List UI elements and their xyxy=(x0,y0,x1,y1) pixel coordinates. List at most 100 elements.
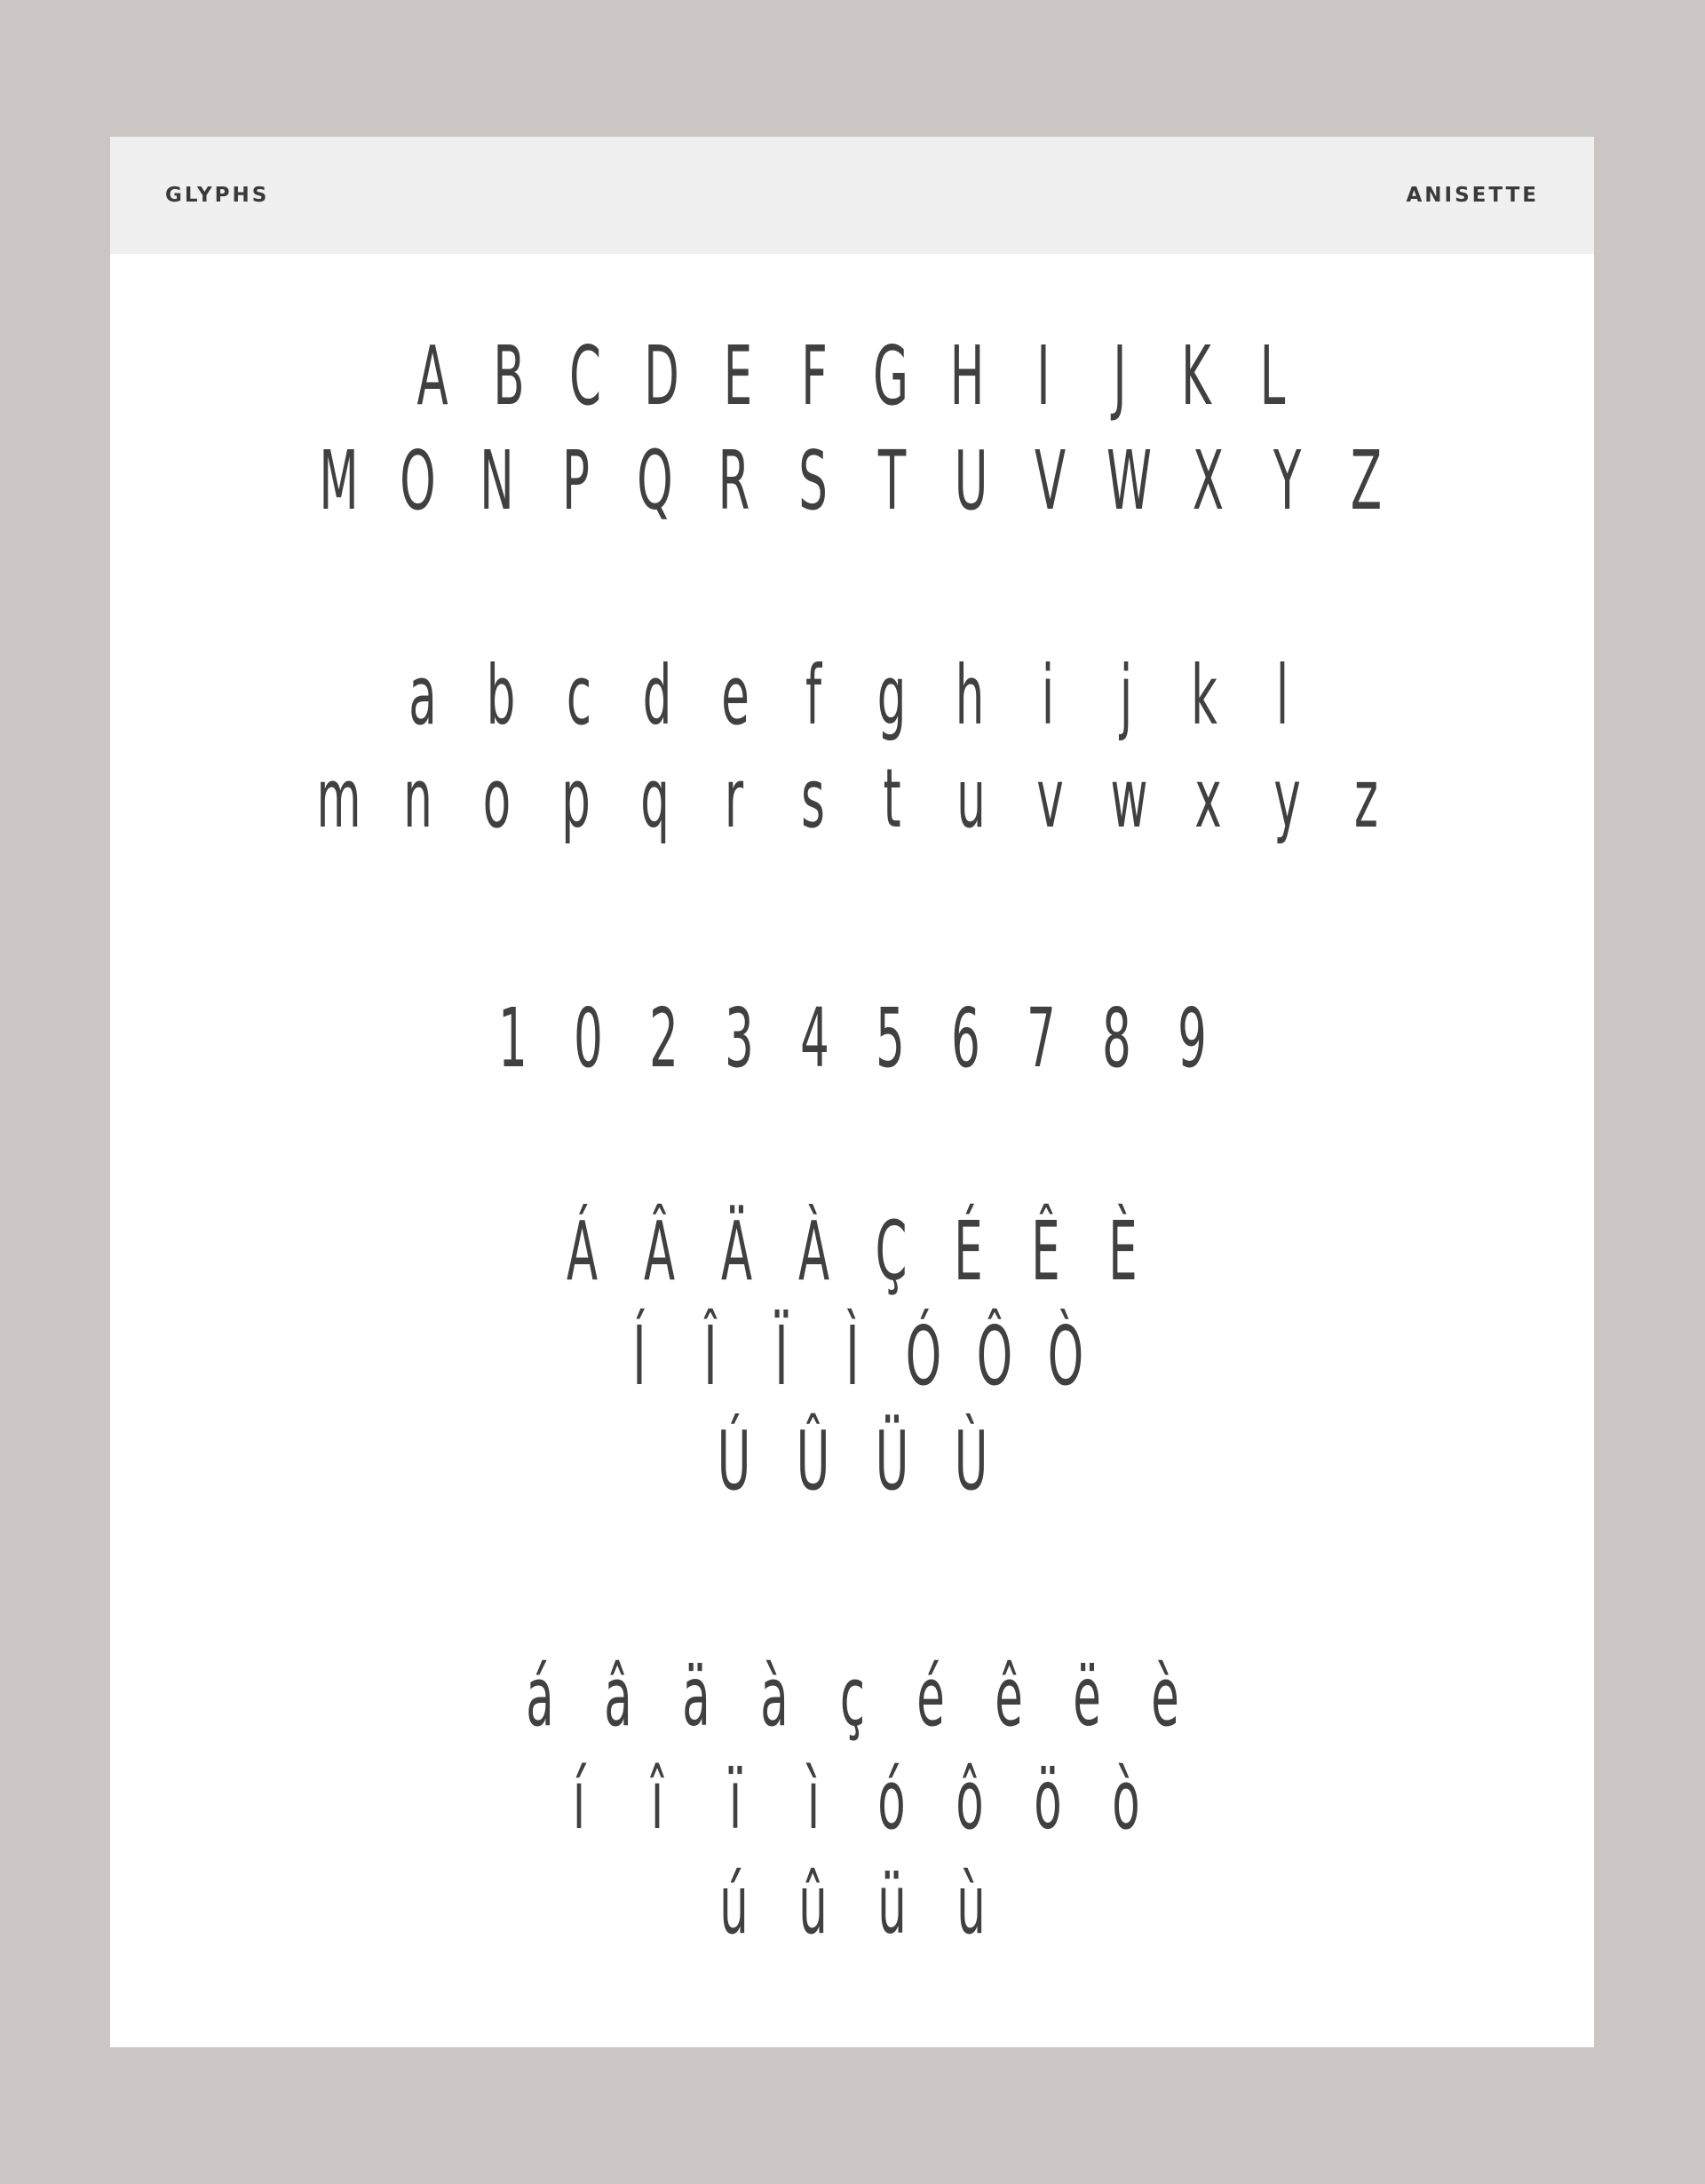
glyph: D xyxy=(643,328,679,423)
glyph-sheet: GLYPHS ANISETTE ABCDEFGHIJKL MONPQRSTUVW… xyxy=(110,137,1594,2047)
glyph: Á xyxy=(566,1204,598,1299)
accented-lowercase-row-3: úûüù xyxy=(110,1864,1594,1953)
section-label: GLYPHS xyxy=(165,184,270,207)
glyph: z xyxy=(1353,751,1378,846)
glyph: v xyxy=(1035,751,1064,846)
glyph: í xyxy=(572,1753,585,1848)
glyph: G xyxy=(872,328,908,423)
glyph: Ô xyxy=(976,1309,1012,1404)
glyph: R xyxy=(718,433,749,528)
glyph: 2 xyxy=(648,991,678,1086)
glyph: ü xyxy=(876,1857,907,1952)
glyph: Q xyxy=(636,433,673,528)
glyph: Í xyxy=(631,1309,646,1404)
uppercase-row-1: ABCDEFGHIJKL xyxy=(110,336,1594,424)
glyph: X xyxy=(1192,433,1224,528)
font-name-label: ANISETTE xyxy=(1406,184,1539,207)
glyph: Ù xyxy=(954,1413,987,1508)
glyph: d xyxy=(642,648,671,743)
glyph: ú xyxy=(718,1857,749,1952)
glyph: É xyxy=(953,1204,983,1299)
glyph: Ü xyxy=(875,1413,908,1508)
glyph: L xyxy=(1259,328,1285,423)
glyph: Ï xyxy=(773,1309,789,1404)
glyph: Ä xyxy=(720,1204,752,1299)
glyph: B xyxy=(492,328,525,423)
glyph: È xyxy=(1107,1204,1138,1299)
glyph: Ì xyxy=(845,1309,860,1404)
glyph: 5 xyxy=(875,991,905,1086)
glyph: Î xyxy=(702,1309,718,1404)
accented-uppercase-row-2: ÍÎÏÌÓÔÒ xyxy=(110,1316,1594,1405)
glyph: Ê xyxy=(1030,1204,1060,1299)
glyph: W xyxy=(1106,433,1152,528)
glyph: û xyxy=(797,1857,828,1952)
glyph: é xyxy=(916,1650,945,1745)
glyph: c xyxy=(566,648,591,743)
glyph: r xyxy=(724,751,743,846)
glyph: O xyxy=(399,433,436,528)
glyph: t xyxy=(882,751,901,846)
glyph: l xyxy=(1275,648,1289,743)
glyph: x xyxy=(1194,751,1222,846)
glyph: b xyxy=(486,648,515,743)
glyph: 7 xyxy=(1026,991,1056,1086)
glyph: 8 xyxy=(1101,991,1131,1086)
glyph: e xyxy=(720,648,749,743)
glyph: ò xyxy=(1111,1753,1140,1848)
glyph: 1 xyxy=(497,991,527,1086)
glyph: n xyxy=(402,751,432,846)
accented-lowercase-row-1: áâäàçéêëè xyxy=(110,1657,1594,1745)
glyph: á xyxy=(525,1650,554,1745)
glyph: m xyxy=(315,751,361,846)
glyph: 9 xyxy=(1177,991,1207,1086)
glyph: 4 xyxy=(799,991,829,1086)
sheet-header: GLYPHS ANISETTE xyxy=(110,137,1594,254)
glyph: N xyxy=(479,433,514,528)
glyph: â xyxy=(603,1650,632,1745)
glyph: U xyxy=(954,433,987,528)
glyph: j xyxy=(1119,648,1132,743)
glyph: f xyxy=(805,648,821,743)
glyph: A xyxy=(416,328,448,423)
glyph: ì xyxy=(806,1753,820,1848)
glyph: p xyxy=(560,751,591,846)
glyph: S xyxy=(797,433,828,528)
glyph: k xyxy=(1190,648,1217,743)
glyph: F xyxy=(800,328,828,423)
glyph: w xyxy=(1110,751,1147,846)
glyph: 0 xyxy=(573,991,603,1086)
glyph: T xyxy=(877,433,906,528)
glyph: ç xyxy=(839,1650,865,1745)
glyph: i xyxy=(1041,648,1054,743)
glyph: V xyxy=(1034,433,1066,528)
glyph: I xyxy=(1035,328,1051,423)
glyph: ä xyxy=(681,1650,710,1745)
glyph: ë xyxy=(1072,1650,1101,1745)
accented-lowercase-row-2: íîïìóôöò xyxy=(110,1760,1594,1848)
glyph: q xyxy=(639,751,670,846)
glyph: Â xyxy=(643,1204,675,1299)
glyph: à xyxy=(759,1650,789,1745)
glyph: P xyxy=(561,433,590,528)
glyph: h xyxy=(955,648,984,743)
glyph: Z xyxy=(1350,433,1382,528)
glyph: 3 xyxy=(724,991,754,1086)
digits-row: 1023456789 xyxy=(110,998,1594,1087)
glyph: ù xyxy=(956,1857,986,1952)
glyph: H xyxy=(949,328,984,423)
glyph: g xyxy=(876,648,906,743)
glyph: E xyxy=(723,328,752,423)
glyph: ó xyxy=(876,1753,906,1848)
glyph: Ú xyxy=(717,1413,750,1508)
glyph: J xyxy=(1112,328,1127,423)
lowercase-row-2: mnopqrstuvwxyz xyxy=(110,758,1594,847)
accented-uppercase-row-3: ÚÛÜÙ xyxy=(110,1420,1594,1509)
glyph: Ò xyxy=(1047,1309,1083,1404)
glyph: o xyxy=(482,751,511,846)
glyph: s xyxy=(800,751,825,846)
glyph: C xyxy=(568,328,601,423)
uppercase-row-2: MONPQRSTUVWXYZ xyxy=(110,440,1594,529)
glyph: a xyxy=(408,648,437,743)
glyph: u xyxy=(956,751,986,846)
